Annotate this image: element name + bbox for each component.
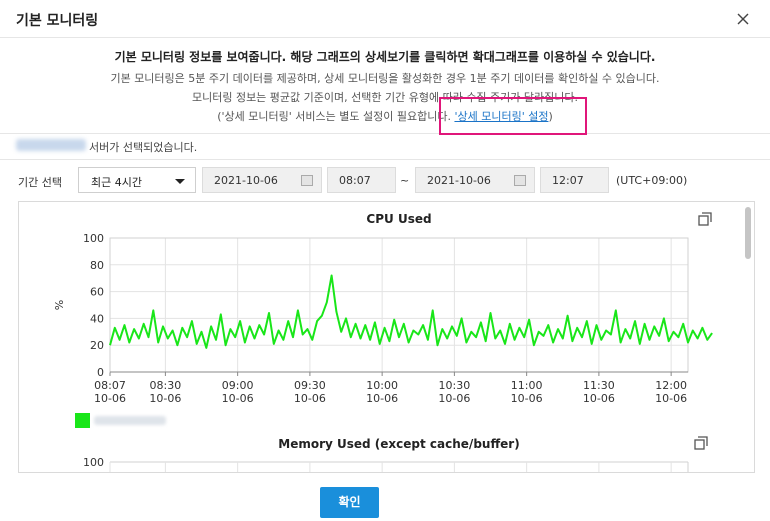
x-tick-label-date: 10-06 [149,392,181,405]
dialog-title: 기본 모니터링 [16,13,99,29]
x-tick-label-time: 11:30 [583,379,615,392]
start-time-field[interactable]: 08:07 [327,167,396,193]
x-tick-label-date: 10-06 [94,392,126,405]
expand-icon-back [698,436,708,446]
cpu-series-line [109,274,713,349]
scrollbar-thumb[interactable] [745,207,751,259]
chart-title: CPU Used [366,212,431,226]
link-highlight-box [439,97,587,135]
info-line-interval: 기본 모니터링은 5분 주기 데이터를 제공하며, 상세 모니터링을 활성화한 … [110,72,660,85]
server-name-blurred [16,139,86,151]
selected-server-bar: 서버가 선택되었습니다. [0,134,770,160]
selected-server-text: 서버가 선택되었습니다. [89,141,198,154]
close-icon[interactable] [736,12,750,26]
info-setting-prefix: ('상세 모니터링' 서비스는 별도 설정이 필요합니다. [217,110,455,123]
y-tick-label: 0 [97,366,104,379]
end-date-field[interactable]: 2021-10-06 [415,167,535,193]
end-time-value: 12:07 [552,174,584,187]
end-date-value: 2021-10-06 [427,174,491,187]
expand-icon-front [694,439,705,450]
y-tick-label: 40 [90,312,104,325]
start-time-value: 08:07 [339,174,371,187]
x-tick-label-time: 09:00 [222,379,254,392]
info-headline: 기본 모니터링 정보를 보여줍니다. 해당 그래프의 상세보기를 클릭하면 확대… [114,50,656,64]
y-tick-label: 20 [90,339,104,352]
chart-panel[interactable]: CPU Used 0 20 40 60 80 100% 08:07 10-06 08:30 10-0… [18,201,755,473]
x-tick-label-time: 08:07 [94,379,126,392]
calendar-icon [514,175,526,186]
chevron-down-icon [175,179,185,184]
expand-icon-front [698,215,709,226]
x-tick-label-time: 10:30 [439,379,471,392]
period-range-dropdown[interactable]: 최근 4시간 [78,167,196,193]
x-tick-label-time: 12:00 [655,379,687,392]
end-time-field[interactable]: 12:07 [540,167,609,193]
x-tick-label-time: 11:00 [511,379,543,392]
x-tick-label-time: 09:30 [294,379,326,392]
x-tick-label-time: 10:00 [366,379,398,392]
x-tick-label-date: 10-06 [511,392,543,405]
start-date-field[interactable]: 2021-10-06 [202,167,322,193]
x-tick-label-date: 10-06 [583,392,615,405]
expand-icon[interactable] [698,212,712,226]
y-tick-label: 80 [90,259,104,272]
x-tick-label-date: 10-06 [222,392,254,405]
x-tick-label-date: 10-06 [655,392,687,405]
calendar-icon [301,175,313,186]
dialog-footer: 확인 [0,474,770,521]
info-panel: 기본 모니터링 정보를 보여줍니다. 해당 그래프의 상세보기를 클릭하면 확대… [0,38,770,134]
start-date-value: 2021-10-06 [214,174,278,187]
x-tick-label-date: 10-06 [438,392,470,405]
timezone-label: (UTC+09:00) [616,174,688,187]
y-tick-label: 60 [90,286,104,299]
chart-title: Memory Used (except cache/buffer) [278,437,519,451]
x-tick-label-date: 10-06 [366,392,398,405]
y-tick-label: 100 [83,232,104,245]
charts-canvas: CPU Used020406080100%08:0710-0608:3010-0… [53,212,713,472]
ok-button[interactable]: 확인 [320,487,379,518]
x-tick-label-date: 10-06 [294,392,326,405]
period-label: 기간 선택 [18,176,62,189]
legend-swatch [75,413,90,428]
range-separator: ~ [400,174,410,187]
info-line-average: 모니터링 정보는 평균값 기준이며, 선택한 기간 유형에 따라 수집 주기가 … [191,91,579,104]
y-tick-label: 100 [83,456,104,469]
y-axis-label: % [53,300,66,310]
info-line-setting: ('상세 모니터링' 서비스는 별도 설정이 필요합니다. '상세 모니터링' … [0,108,770,124]
plot-area-border [109,237,689,373]
dialog-header: 기본 모니터링 [0,0,770,38]
expand-icon-back [702,212,712,222]
expand-icon[interactable] [694,436,708,450]
period-selector: 기간 선택 최근 4시간 2021-10-06 08:07 ~ 2021-10-… [0,164,770,196]
period-range-value: 최근 4시간 [91,176,142,189]
x-tick-label-time: 08:30 [150,379,182,392]
legend-label-blurred [94,416,166,425]
